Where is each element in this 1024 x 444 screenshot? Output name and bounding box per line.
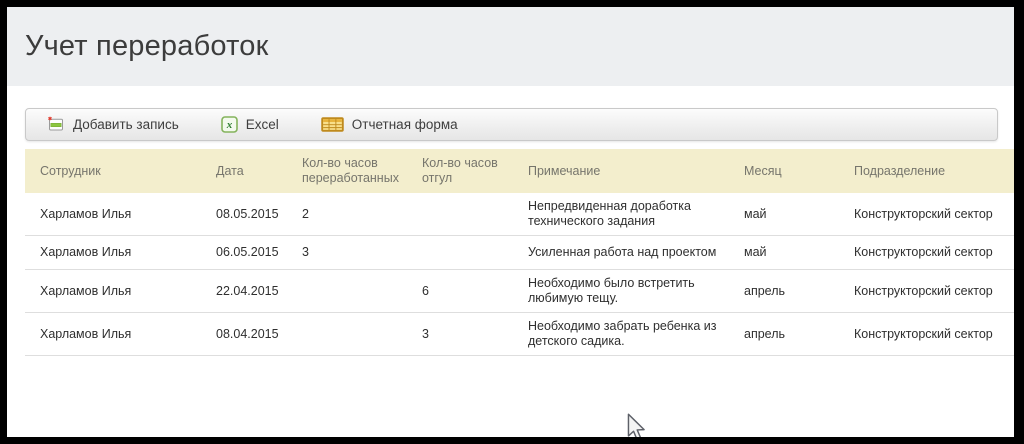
cell-month: май: [744, 193, 854, 236]
cell-timeoff_hours: [422, 236, 528, 270]
cell-date: 06.05.2015: [216, 236, 302, 270]
svg-text:x: x: [226, 119, 233, 131]
table-header: СотрудникДатаКол-во часов переработанных…: [25, 149, 1014, 193]
cell-timeoff_hours: [422, 193, 528, 236]
cell-month: апрель: [744, 313, 854, 356]
add-record-button[interactable]: Добавить запись: [32, 110, 193, 139]
cell-date: 22.04.2015: [216, 270, 302, 313]
app-window: Учет переработок Добавить запись x Excel: [7, 7, 1014, 437]
cell-note: Необходимо забрать ребенка из детского с…: [528, 313, 744, 356]
cell-note: Непредвиденная доработка технического за…: [528, 193, 744, 236]
excel-button[interactable]: x Excel: [207, 110, 293, 139]
cell-date: 08.04.2015: [216, 313, 302, 356]
table-row: Харламов Илья06.05.20153 Усиленная работа…: [25, 236, 1014, 270]
add-record-label: Добавить запись: [73, 117, 179, 132]
column-header-month: Месяц: [744, 149, 854, 193]
cell-overtime_hours: [302, 313, 422, 356]
cell-employee: Харламов Илья: [25, 193, 216, 236]
cell-overtime_hours: [302, 270, 422, 313]
toolbar: Добавить запись x Excel Отчетная форма: [25, 108, 998, 141]
table-row: Харламов Илья08.04.2015 3Необходимо забра…: [25, 313, 1014, 356]
cell-note: Усиленная работа над проектом: [528, 236, 744, 270]
cell-department: Конструкторский сектор: [854, 236, 1014, 270]
cell-department: Конструкторский сектор: [854, 193, 1014, 236]
excel-label: Excel: [246, 117, 279, 132]
cell-note: Необходимо было встретить любимую тещу.: [528, 270, 744, 313]
cell-month: май: [744, 236, 854, 270]
cell-employee: Харламов Илья: [25, 270, 216, 313]
mouse-cursor: [627, 413, 646, 437]
cell-department: Конструкторский сектор: [854, 313, 1014, 356]
cell-department: Конструкторский сектор: [854, 270, 1014, 313]
column-header-department: Подразделение: [854, 149, 1014, 193]
report-form-label: Отчетная форма: [352, 117, 458, 132]
column-header-note: Примечание: [528, 149, 744, 193]
column-header-overtime_hours: Кол-во часов переработанных: [302, 149, 422, 193]
cell-employee: Харламов Илья: [25, 313, 216, 356]
table-row: Харламов Илья08.05.20152 Непредвиденная д…: [25, 193, 1014, 236]
column-header-employee: Сотрудник: [25, 149, 216, 193]
cell-timeoff_hours: 6: [422, 270, 528, 313]
add-record-icon: [46, 116, 65, 133]
page-title: Учет переработок: [25, 30, 268, 63]
records-table: СотрудникДатаКол-во часов переработанных…: [25, 149, 1014, 356]
page-header: Учет переработок: [7, 7, 1014, 86]
cell-timeoff_hours: 3: [422, 313, 528, 356]
column-header-date: Дата: [216, 149, 302, 193]
report-form-button[interactable]: Отчетная форма: [307, 110, 472, 139]
cell-overtime_hours: 3: [302, 236, 422, 270]
cell-overtime_hours: 2: [302, 193, 422, 236]
cell-date: 08.05.2015: [216, 193, 302, 236]
report-form-icon: [321, 117, 344, 132]
excel-icon: x: [221, 116, 238, 133]
cell-month: апрель: [744, 270, 854, 313]
table-row: Харламов Илья22.04.2015 6Необходимо было …: [25, 270, 1014, 313]
column-header-timeoff_hours: Кол-во часов отгул: [422, 149, 528, 193]
cell-employee: Харламов Илья: [25, 236, 216, 270]
